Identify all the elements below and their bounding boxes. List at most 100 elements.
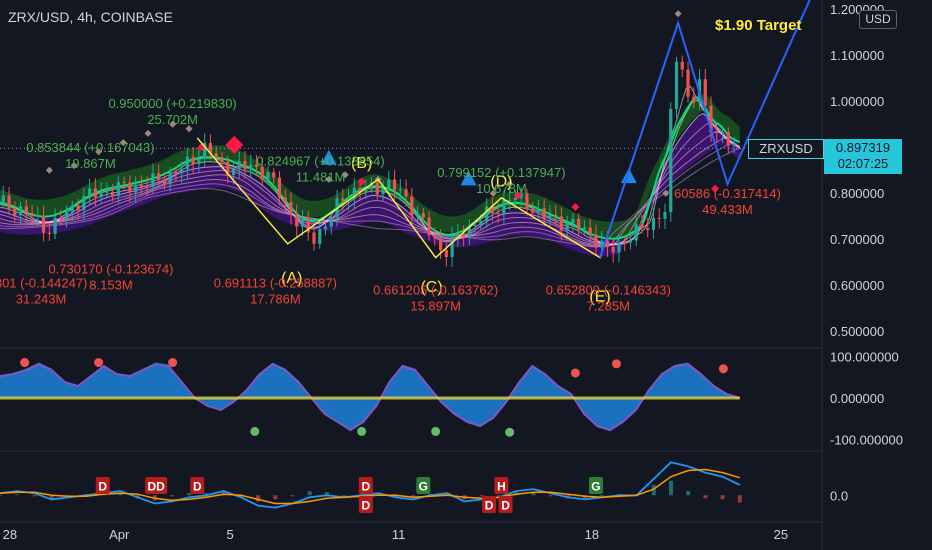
macd-histogram-bar: [170, 495, 175, 497]
macd-histogram-bar: [32, 495, 37, 497]
candle-body: [174, 172, 178, 174]
candle-body: [283, 197, 287, 202]
pivot-high-volume: 10.678M: [476, 181, 527, 196]
candle-body: [249, 164, 253, 169]
pivot-low-annotation: 60586 (-0.317414): [674, 186, 781, 201]
macd-signal-text: D: [193, 480, 202, 494]
oscillator-dot: [94, 358, 104, 368]
candle-body: [59, 217, 63, 220]
candle-body: [145, 186, 149, 188]
sell-diamond-marker: [571, 203, 580, 211]
candle-body: [70, 205, 74, 212]
candle-body: [588, 227, 592, 235]
candle-body: [151, 173, 155, 187]
candle-body: [162, 179, 166, 185]
candle-body: [272, 172, 276, 178]
chart-canvas[interactable]: (A)(B)(C)(D)(E)$1.90 Target0.950000 (+0.…: [0, 0, 932, 550]
candle-body: [18, 206, 23, 216]
macd-histogram-bar: [187, 493, 192, 496]
oscillator-dot: [505, 427, 515, 437]
candle-body: [375, 182, 379, 195]
candle-body: [692, 96, 696, 103]
pivot-low-annotation: 0.661205 (-0.163762): [373, 282, 498, 297]
candle-body: [617, 242, 621, 253]
candle-body: [323, 226, 328, 230]
candle-body: [277, 177, 282, 198]
oscillator-dot: [718, 364, 728, 374]
candle-body: [243, 160, 247, 169]
oscillator-axis-tick: 0.000000: [830, 391, 884, 406]
pivot-low-volume: 7.285M: [587, 298, 630, 313]
pivot-low-annotation: 0.652809 (-0.146343): [546, 282, 671, 297]
pivot-high-volume: 25.702M: [147, 112, 198, 127]
pivot-high-volume: 19.867M: [65, 156, 116, 171]
wave-diamond-marker: [144, 129, 152, 137]
candle-body: [703, 79, 707, 106]
price-axis-tick: 1.100000: [830, 48, 884, 63]
time-axis-tick: 11: [392, 527, 406, 542]
candle-body: [410, 196, 414, 216]
candle-body: [427, 217, 431, 236]
candle-body: [128, 182, 132, 193]
candle-body: [444, 250, 448, 257]
candle-body: [105, 191, 109, 193]
candle-body: [726, 132, 730, 146]
price-axis-tick: 1.000000: [830, 94, 884, 109]
candle-body: [214, 153, 218, 158]
candle-body: [536, 208, 541, 213]
candle-body: [116, 181, 120, 196]
oscillator-dot: [20, 358, 30, 368]
candle-body: [157, 173, 161, 180]
candle-body: [421, 213, 425, 218]
candle-body: [508, 200, 512, 202]
candle-body: [82, 195, 86, 211]
candle-body: [485, 206, 489, 221]
macd-histogram-bar: [0, 495, 2, 497]
macd-histogram-bar: [479, 495, 484, 497]
candle-body: [185, 156, 190, 169]
pivot-low-annotation: 0.730170 (-0.123674): [48, 262, 173, 277]
candle-body: [531, 209, 535, 213]
candle-body: [479, 220, 483, 226]
candle-body: [571, 218, 575, 224]
pivot-low-volume: 17.786M: [250, 292, 301, 307]
candle-body: [623, 242, 627, 244]
macd-histogram-bar: [720, 495, 725, 500]
macd-histogram-bar: [15, 494, 20, 496]
candle-body: [651, 217, 656, 230]
macd-histogram-bar: [273, 495, 278, 500]
candle-body: [87, 188, 92, 196]
oscillator-dot: [431, 426, 441, 436]
candle-body: [404, 189, 408, 197]
candle-body: [646, 227, 650, 230]
candle-body: [577, 218, 581, 230]
candle-body: [47, 232, 51, 234]
pivot-low-volume: 49.433M: [702, 202, 753, 217]
chart-title: ZRX/USD, 4h, COINBASE: [8, 9, 173, 25]
candle-body: [7, 195, 11, 209]
currency-badge[interactable]: USD: [859, 10, 897, 29]
wave-diamond-marker: [674, 10, 682, 18]
macd-signal-text: D: [361, 499, 370, 513]
candle-body: [64, 211, 69, 220]
candle-body: [139, 185, 143, 187]
candle-body: [686, 69, 690, 97]
price-axis-tick: 0.600000: [830, 278, 884, 293]
pivot-high-volume: 11.481M: [296, 170, 346, 185]
candle-body: [502, 200, 506, 214]
pivot-low-annotation: 0.691113 (-0.258887): [214, 276, 337, 291]
candle-body: [554, 215, 558, 217]
macd-signal-text: DD: [148, 480, 166, 494]
candle-body: [266, 172, 270, 180]
target-label: $1.90 Target: [715, 17, 801, 34]
pivot-low-volume: 8.153M: [89, 278, 132, 293]
candle-body: [41, 215, 46, 233]
candle-body: [289, 201, 293, 215]
candle-body: [438, 238, 443, 251]
candle-body: [715, 132, 719, 134]
macd-histogram-bar: [600, 495, 605, 497]
oscillator-dot: [168, 358, 178, 368]
candle-body: [93, 188, 97, 198]
candle-body: [134, 185, 138, 193]
last-price: 0.897319: [835, 140, 891, 155]
